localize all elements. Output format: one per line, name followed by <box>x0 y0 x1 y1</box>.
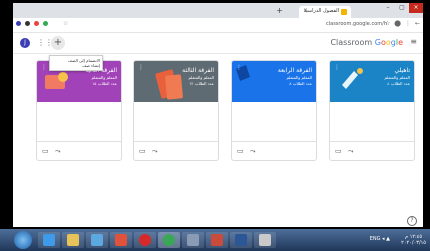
account-avatar[interactable]: J <box>20 38 30 48</box>
url-field[interactable]: classroom.google.com/h <box>326 21 387 27</box>
clock-date: ٢٠٢٠/٠٣/١٥ <box>401 240 426 246</box>
address-bar: ☆ classroom.google.com/h ☆ ⬤ ⋮ ← <box>13 18 423 33</box>
card-subtitle: المعلم والمتعلم <box>384 75 410 80</box>
card-menu-icon[interactable]: ⋮ <box>138 64 144 71</box>
card-title[interactable]: تاهيلي <box>395 67 410 74</box>
taskbar-ie[interactable] <box>38 232 60 248</box>
help-button[interactable]: ? <box>407 216 417 226</box>
card-meta: عدد الطلاب ٨ <box>289 81 312 86</box>
window-controls: – ▢ × <box>381 3 423 16</box>
tab-bar: + الفصول الدراسية × – ▢ × <box>13 3 423 18</box>
trend-icon[interactable]: ⤳ <box>250 147 256 156</box>
browser-window: + الفصول الدراسية × – ▢ × ☆ classroom.go… <box>13 3 423 227</box>
opera-icon <box>139 234 151 246</box>
taskbar-app[interactable] <box>86 232 108 248</box>
card-menu-icon[interactable]: ⋮ <box>236 64 242 71</box>
app-icon <box>259 234 271 246</box>
classroom-logo[interactable]: Classroom Google <box>330 38 403 47</box>
chrome-icon <box>163 234 175 246</box>
minimize-button[interactable]: – <box>381 3 395 13</box>
app-icon <box>187 234 199 246</box>
card-meta: عدد الطلاب ١٢ <box>189 81 214 86</box>
trend-icon[interactable]: ⤳ <box>348 147 354 156</box>
folder-icon[interactable]: ▭ <box>237 147 244 155</box>
class-card[interactable]: ⋮ الفرقة الثانية المعلم والمتعلم عدد الط… <box>36 60 122 161</box>
card-subtitle: المعلم والمتعلم <box>91 75 117 80</box>
system-tray[interactable]: ENG ◂ ▲ <box>370 236 390 242</box>
folder-icon[interactable]: ▭ <box>139 147 146 155</box>
card-footer: ▭ ⤳ <box>134 141 218 160</box>
classroom-header: J ⋮⋮ + Classroom Google ≡ <box>13 33 423 54</box>
trend-icon[interactable]: ⤳ <box>152 147 158 156</box>
taskbar-explorer[interactable] <box>62 232 84 248</box>
taskbar-app[interactable] <box>110 232 132 248</box>
extension-icon[interactable] <box>43 21 48 26</box>
card-menu-icon[interactable]: ⋮ <box>41 64 47 71</box>
extension-icons <box>16 21 48 26</box>
taskbar-app[interactable] <box>206 232 228 248</box>
card-subtitle: المعلم والمتعلم <box>286 75 312 80</box>
new-tab-button[interactable]: + <box>276 6 283 15</box>
trend-icon[interactable]: ⤳ <box>55 147 61 156</box>
active-tab[interactable]: الفصول الدراسية × <box>299 6 351 18</box>
ie-icon <box>43 234 55 246</box>
extension-icon[interactable] <box>25 21 30 26</box>
card-title[interactable]: الفرقة الثالثة <box>182 67 214 74</box>
browser-menu-icon[interactable]: ⋮ <box>405 20 411 27</box>
card-footer: ▭ ⤳ <box>37 141 121 160</box>
app-icon <box>211 234 223 246</box>
card-meta: عدد الطلاب ٤ <box>387 81 410 86</box>
close-window-button[interactable]: × <box>409 3 423 13</box>
classroom-favicon-icon <box>341 9 347 15</box>
taskbar-chrome[interactable] <box>158 232 180 248</box>
card-header[interactable]: ⋮ الفرقة الثالثة المعلم والمتعلم عدد الط… <box>134 61 218 102</box>
app-icon <box>115 234 127 246</box>
bookmark-star-icon[interactable]: ☆ <box>63 20 68 27</box>
bookmark-icon[interactable]: ☆ <box>385 20 390 27</box>
card-footer: ▭ ⤳ <box>330 141 414 160</box>
maximize-button[interactable]: ▢ <box>395 3 409 13</box>
card-header[interactable]: ⋮ تاهيلي المعلم والمتعلم عدد الطلاب ٤ <box>330 61 414 102</box>
card-meta: عدد الطلاب ١٥ <box>92 81 117 86</box>
add-class-button[interactable]: + <box>51 36 65 50</box>
folder-icon[interactable]: ▭ <box>335 147 342 155</box>
folder-icon <box>67 234 79 246</box>
start-button[interactable] <box>14 231 32 249</box>
word-icon <box>235 234 247 246</box>
profile-dot-icon[interactable]: ⬤ <box>394 20 401 27</box>
taskbar-app[interactable] <box>254 232 276 248</box>
create-class-item[interactable]: إنشاء صف <box>52 63 100 68</box>
tab-title: الفصول الدراسية <box>303 8 339 14</box>
browser-toolbar-right: ☆ ⬤ ⋮ ← <box>385 20 420 27</box>
windows-taskbar: ENG ◂ ▲ ١٢:٤٥ م ٢٠٢٠/٠٣/١٥ <box>0 229 430 251</box>
card-header[interactable]: ⋮ الفرقة الرابعة المعلم والمتعلم عدد الط… <box>232 61 316 102</box>
taskbar-app[interactable] <box>182 232 204 248</box>
profile-icon[interactable] <box>16 21 21 26</box>
class-card[interactable]: ⋮ الفرقة الثالثة المعلم والمتعلم عدد الط… <box>133 60 219 161</box>
main-menu-icon[interactable]: ≡ <box>410 37 417 46</box>
back-arrow-icon[interactable]: ← <box>415 20 420 27</box>
taskbar-opera[interactable] <box>134 232 156 248</box>
tab-close-icon[interactable]: × <box>303 7 308 14</box>
extension-icon[interactable] <box>34 21 39 26</box>
card-menu-icon[interactable]: ⋮ <box>334 64 340 71</box>
taskbar-word[interactable] <box>230 232 252 248</box>
card-subtitle: المعلم والمتعلم <box>188 75 214 80</box>
card-footer: ▭ ⤳ <box>232 141 316 160</box>
card-illustration <box>45 72 68 89</box>
clock[interactable]: ١٢:٤٥ م ٢٠٢٠/٠٣/١٥ <box>401 234 426 246</box>
card-title[interactable]: الفرقة الرابعة <box>278 67 312 74</box>
class-card[interactable]: ⋮ الفرقة الرابعة المعلم والمتعلم عدد الط… <box>231 60 317 161</box>
add-class-menu: الانضمام إلى الصف إنشاء صف <box>49 55 103 71</box>
class-card[interactable]: ⋮ تاهيلي المعلم والمتعلم عدد الطلاب ٤ ▭ … <box>329 60 415 161</box>
folder-icon[interactable]: ▭ <box>42 147 49 155</box>
app-icon <box>91 234 103 246</box>
